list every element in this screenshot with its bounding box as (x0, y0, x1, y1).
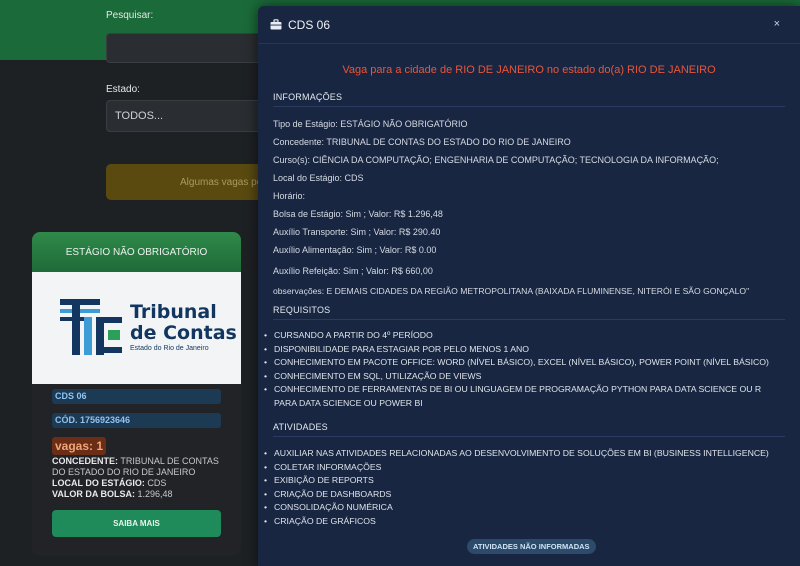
close-icon[interactable]: × (774, 18, 780, 30)
estado-label: Estado: (106, 84, 140, 95)
job-card: ESTÁGIO NÃO OBRIGATÓRIO Tribunal de Cont… (32, 232, 241, 556)
cursos-row: Curso(s): CIÊNCIA DA COMPUTAÇÃO; ENGENHA… (273, 155, 719, 165)
search-label: Pesquisar: (106, 10, 154, 21)
modal-title: CDS 06 (288, 17, 331, 32)
info-alert-text: Algumas vagas po (180, 176, 263, 188)
list-item: CONHECIMENTO DE FERRAMENTAS DE BI OU LIN… (264, 383, 784, 410)
atividades-list: AUXILIAR NAS ATIVIDADES RELACIONADAS AO … (264, 447, 784, 529)
local-row: Local do Estágio: CDS (273, 173, 364, 183)
bolsa-label: VALOR DA BOLSA: (52, 489, 135, 499)
refeicao-row: Auxílio Refeição: Sim ; Valor: R$ 660,00 (273, 266, 433, 276)
requisitos-title: REQUISITOS (273, 305, 785, 320)
vagas-badge: vagas: 1 (52, 437, 107, 455)
bolsa-value: 1.296,48 (135, 489, 173, 499)
logo-line2: de Contas (130, 322, 237, 344)
list-item: DISPONIBILIDADE PARA ESTAGIAR POR PELO M… (264, 343, 784, 357)
tipo-row: Tipo de Estágio: ESTÁGIO NÃO OBRIGATÓRIO (273, 119, 468, 129)
local-label: LOCAL DO ESTÁGIO: (52, 478, 145, 488)
logo-line1: Tribunal (130, 301, 217, 323)
atividades-title: ATIVIDADES (273, 422, 785, 437)
modal-header: CDS 06 (258, 6, 800, 44)
logo-line3: Estado do Rio de Janeiro (130, 345, 209, 352)
code-badge: CDS 06 (52, 389, 221, 404)
list-item: COLETAR INFORMAÇÕES (264, 461, 784, 475)
transporte-row: Auxílio Transporte: Sim ; Valor: R$ 290.… (273, 227, 441, 237)
alimentacao-row: Auxílio Alimentação: Sim ; Valor: R$ 0.0… (273, 245, 437, 255)
local-line: LOCAL DO ESTÁGIO: CDS (52, 478, 221, 489)
list-item: CONSOLIDAÇÃO NUMÉRICA (264, 501, 784, 515)
list-item: CRIAÇÃO DE DASHBOARDS (264, 488, 784, 502)
list-item: EXIBIÇÃO DE REPORTS (264, 474, 784, 488)
vaga-headline: Vaga para a cidade de RIO DE JANEIRO no … (342, 64, 716, 76)
local-value: CDS (144, 478, 167, 488)
card-header-label: ESTÁGIO NÃO OBRIGATÓRIO (65, 246, 208, 258)
saiba-mais-button[interactable]: SAIBA MAIS (52, 510, 221, 537)
concedente-line: CONCEDENTE: TRIBUNAL DE CONTAS DO ESTADO… (52, 456, 221, 478)
briefcase-icon (270, 19, 282, 30)
concedente-row: Concedente: TRIBUNAL DE CONTAS DO ESTADO… (273, 137, 571, 147)
horario-row: Horário: (273, 191, 306, 201)
bolsa-row: Bolsa de Estágio: Sim ; Valor: R$ 1.296,… (273, 209, 443, 219)
list-item: CRIAÇÃO DE GRÁFICOS (264, 515, 784, 529)
cod-badge: CÓD. 1756923646 (52, 413, 221, 428)
card-body: CDS 06 CÓD. 1756923646 vagas: 1 CONCEDEN… (32, 384, 241, 537)
atividades-status-badge: ATIVIDADES NÃO INFORMADAS (467, 539, 596, 554)
informacoes-title: INFORMAÇÕES (273, 92, 785, 107)
estado-select-value: TODOS... (115, 110, 164, 122)
list-item: CONHECIMENTO EM SQL, UTILIZAÇÃO DE VIEWS (264, 370, 784, 384)
list-item: AUXILIAR NAS ATIVIDADES RELACIONADAS AO … (264, 447, 784, 461)
bolsa-line: VALOR DA BOLSA: 1.296,48 (52, 489, 221, 500)
tribunal-logo: Tribunal de Contas Estado do Rio de Jane… (32, 272, 241, 384)
observacoes-row: observações: E DEMAIS CIDADES DA REGIÃO … (273, 286, 750, 296)
job-detail-modal: CDS 06 × Vaga para a cidade de RIO DE JA… (258, 6, 800, 566)
concedente-label: CONCEDENTE: (52, 456, 119, 466)
list-item: CONHECIMENTO EM PACOTE OFFICE: WORD (NÍV… (264, 356, 784, 370)
list-item: CURSANDO A PARTIR DO 4º PERÍODO (264, 329, 784, 343)
card-header: ESTÁGIO NÃO OBRIGATÓRIO (32, 232, 241, 272)
requisitos-list: CURSANDO A PARTIR DO 4º PERÍODO DISPONIB… (264, 329, 784, 411)
